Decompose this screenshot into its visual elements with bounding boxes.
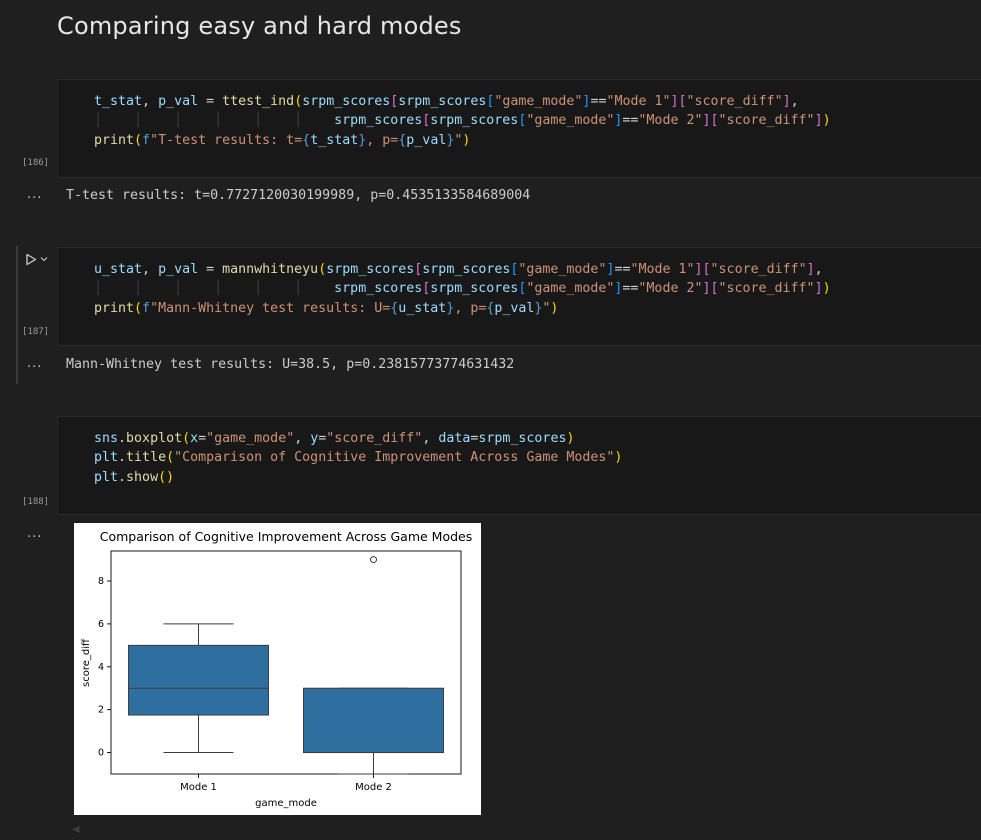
- code-cell-187[interactable]: u_stat, p_val = mannwhitneyu(srpm_scores…: [57, 247, 981, 346]
- y-tick-label: 8: [98, 576, 104, 587]
- notebook-page: Comparing easy and hard modes t_stat, p_…: [0, 0, 981, 840]
- code-line[interactable]: │ │ │ │ │ │ srpm_scores[srpm_scores["gam…: [94, 111, 831, 131]
- y-axis-label: score_diff: [81, 638, 92, 687]
- code-line[interactable]: t_stat, p_val = ttest_ind(srpm_scores[sr…: [94, 92, 799, 112]
- cell-output: Mann-Whitney test results: U=38.5, p=0.2…: [66, 357, 515, 372]
- y-tick-label: 6: [98, 619, 104, 630]
- boxplot-output: Comparison of Cognitive Improvement Acro…: [74, 523, 481, 815]
- execution-count: [186]: [22, 158, 50, 168]
- scroll-left-arrow-icon[interactable]: ◀: [72, 824, 80, 835]
- x-axis-label: game_mode: [255, 798, 317, 809]
- y-tick-label: 0: [98, 748, 104, 759]
- output-menu-dots[interactable]: ...: [27, 526, 42, 541]
- cell-output: T-test results: t=0.7727120030199989, p=…: [66, 188, 531, 203]
- code-line[interactable]: │ │ │ │ │ │ srpm_scores[srpm_scores["gam…: [94, 279, 831, 299]
- y-tick-label: 4: [98, 662, 104, 673]
- x-tick-label: Mode 1: [180, 782, 217, 793]
- code-line[interactable]: plt.show(): [94, 468, 174, 488]
- box-mode-2: [303, 687, 444, 754]
- output-menu-dots[interactable]: ...: [27, 187, 42, 202]
- box-mode-1: [128, 644, 269, 716]
- y-tick-label: 2: [98, 705, 104, 716]
- code-line[interactable]: plt.title("Comparison of Cognitive Impro…: [94, 448, 622, 468]
- outlier-point: [370, 556, 377, 564]
- code-line[interactable]: sns.boxplot(x="game_mode", y="score_diff…: [94, 429, 574, 449]
- execution-count: [187]: [22, 327, 50, 337]
- output-menu-dots[interactable]: ...: [27, 356, 42, 371]
- code-cell-188[interactable]: sns.boxplot(x="game_mode", y="score_diff…: [57, 416, 981, 515]
- code-line[interactable]: print(f"T-test results: t={t_stat}, p={p…: [94, 131, 470, 151]
- cell-focus-bar: [16, 246, 18, 384]
- code-line[interactable]: u_stat, p_val = mannwhitneyu(srpm_scores…: [94, 260, 823, 280]
- x-tick-label: Mode 2: [355, 782, 392, 793]
- run-cell-button[interactable]: [25, 251, 53, 267]
- chevron-down-icon[interactable]: [40, 256, 48, 262]
- execution-count: [188]: [22, 497, 50, 507]
- markdown-heading: Comparing easy and hard modes: [57, 12, 462, 40]
- chart-title: Comparison of Cognitive Improvement Acro…: [100, 529, 473, 544]
- boxplot-chart: Comparison of Cognitive Improvement Acro…: [81, 529, 473, 809]
- code-cell-186[interactable]: t_stat, p_val = ttest_ind(srpm_scores[sr…: [57, 79, 981, 178]
- code-line[interactable]: print(f"Mann-Whitney test results: U={u_…: [94, 299, 558, 319]
- play-icon: [26, 253, 37, 265]
